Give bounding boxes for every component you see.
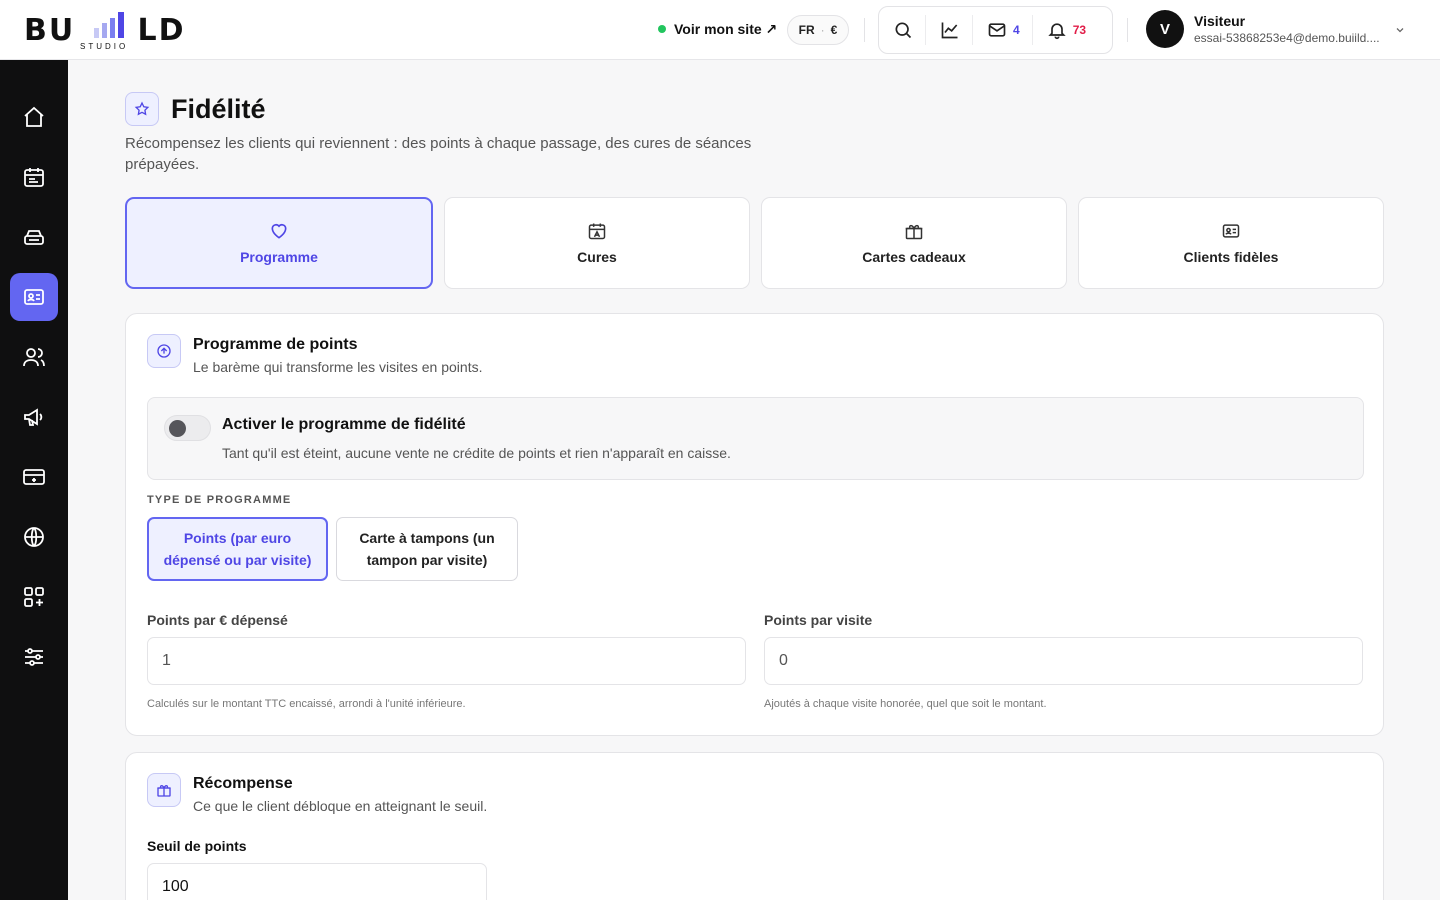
points-per-euro-help: Calculés sur le montant TTC encaissé, ar… bbox=[147, 698, 466, 710]
bell-icon bbox=[1048, 23, 1066, 40]
card-icon bbox=[147, 773, 181, 807]
notifications-button[interactable]: 73 bbox=[1031, 15, 1098, 45]
tab-label: Clients fidèles bbox=[1183, 249, 1279, 265]
gift-icon bbox=[157, 785, 171, 797]
toggle-title: Activer le programme de fidélité bbox=[222, 416, 466, 433]
page-subtitle: Récompensez les clients qui reviennent :… bbox=[125, 135, 752, 173]
view-site-link[interactable]: Voir mon site ↗ bbox=[658, 18, 777, 40]
brand-tagline: STUDIO bbox=[80, 42, 129, 51]
payment-terminal-icon bbox=[23, 469, 45, 485]
points-per-visit-label: Points par visite bbox=[764, 612, 873, 628]
language-label: FR bbox=[798, 23, 815, 37]
user-email: essai-53868253e4@demo.buiild.... bbox=[1194, 31, 1380, 45]
analytics-button[interactable] bbox=[925, 15, 972, 45]
globe-icon bbox=[24, 527, 44, 547]
card-icon bbox=[147, 334, 181, 368]
points-program-card: Programme de points Le barème qui transf… bbox=[125, 313, 1384, 736]
card-header: Récompense Ce que le client débloque en … bbox=[147, 773, 487, 814]
chart-line-icon bbox=[941, 22, 958, 39]
top-bar: BU LD STUDIO Voir mon site ↗ FR · € 4 73… bbox=[0, 0, 1440, 60]
card-title: Récompense bbox=[193, 775, 293, 792]
user-menu[interactable]: V Visiteur essai-53868253e4@demo.buiild.… bbox=[1146, 10, 1388, 48]
tab-cures[interactable]: Cures bbox=[444, 197, 750, 289]
online-status-icon bbox=[658, 25, 666, 33]
search-button[interactable] bbox=[891, 15, 925, 45]
star-icon bbox=[134, 101, 150, 116]
points-per-visit-help: Ajoutés à chaque visite honorée, quel qu… bbox=[764, 698, 1047, 710]
calendar-icon bbox=[24, 168, 44, 187]
users-icon bbox=[23, 348, 45, 367]
activate-program-box: Activer le programme de fidélité Tant qu… bbox=[147, 397, 1364, 480]
view-site-label: Voir mon site ↗ bbox=[674, 20, 778, 37]
program-type-label: TYPE DE PROGRAMME bbox=[147, 494, 292, 506]
language-separator: · bbox=[820, 23, 825, 37]
sidebar-item-home[interactable] bbox=[10, 93, 58, 141]
brand-logo[interactable]: BU LD STUDIO bbox=[24, 8, 184, 52]
activate-program-toggle[interactable] bbox=[164, 415, 211, 441]
notifications-count: 73 bbox=[1072, 23, 1087, 37]
contact-card-icon bbox=[24, 289, 44, 305]
program-type-points-option[interactable]: Points (par euro dépensé ou par visite) bbox=[147, 517, 328, 581]
sidebar-item-customers[interactable] bbox=[10, 333, 58, 381]
sidebar-item-register[interactable] bbox=[10, 213, 58, 261]
divider bbox=[1127, 18, 1128, 42]
tab-loyal-clients[interactable]: Clients fidèles bbox=[1078, 197, 1384, 289]
mail-icon bbox=[988, 23, 1006, 37]
reward-card: Récompense Ce que le client débloque en … bbox=[125, 752, 1384, 900]
page-icon bbox=[125, 92, 159, 126]
currency-label: € bbox=[830, 23, 838, 37]
card-subtitle: Ce que le client débloque en atteignant … bbox=[193, 798, 488, 814]
divider bbox=[864, 18, 865, 42]
messages-button[interactable]: 4 bbox=[972, 15, 1032, 45]
page-title: Fidélité bbox=[171, 93, 266, 124]
sidebar-item-calendar[interactable] bbox=[10, 153, 58, 201]
home-icon bbox=[24, 106, 44, 127]
gift-icon bbox=[905, 224, 923, 240]
toolbar: 4 73 bbox=[878, 6, 1113, 54]
page-header: Fidélité bbox=[125, 92, 266, 126]
arrow-up-circle-icon bbox=[157, 344, 171, 358]
logo-bars-icon bbox=[94, 12, 124, 38]
search-icon bbox=[895, 22, 912, 39]
sidebar-item-apps[interactable] bbox=[10, 573, 58, 621]
tab-label: Cures bbox=[577, 249, 617, 265]
megaphone-icon bbox=[24, 408, 43, 426]
program-type-stamps-option[interactable]: Carte à tampons (un tampon par visite) bbox=[336, 517, 518, 581]
messages-count: 4 bbox=[1013, 23, 1020, 37]
threshold-input[interactable]: 100 bbox=[147, 863, 487, 900]
heart-icon bbox=[271, 223, 287, 239]
points-per-visit-input[interactable]: 0 bbox=[764, 637, 1363, 685]
avatar: V bbox=[1146, 10, 1184, 48]
tab-label: Programme bbox=[240, 249, 318, 265]
register-icon bbox=[24, 230, 44, 245]
sidebar-item-settings[interactable] bbox=[10, 633, 58, 681]
points-per-euro-input[interactable]: 1 bbox=[147, 637, 746, 685]
sidebar bbox=[0, 60, 68, 900]
threshold-label: Seuil de points bbox=[147, 838, 247, 854]
contact-card-icon bbox=[1222, 224, 1240, 238]
card-subtitle: Le barème qui transforme les visites en … bbox=[193, 359, 483, 375]
calendar-icon bbox=[588, 223, 606, 240]
points-per-euro-label: Points par € dépensé bbox=[147, 612, 288, 628]
sidebar-item-loyalty[interactable] bbox=[10, 273, 58, 321]
sidebar-item-payments[interactable] bbox=[10, 453, 58, 501]
sidebar-item-website[interactable] bbox=[10, 513, 58, 561]
toggle-knob bbox=[169, 420, 186, 437]
sidebar-item-marketing[interactable] bbox=[10, 393, 58, 441]
section-tabs: Programme Cures Cartes cadeaux Clients f… bbox=[125, 197, 1384, 289]
tab-label: Cartes cadeaux bbox=[862, 249, 966, 265]
tab-gift-cards[interactable]: Cartes cadeaux bbox=[761, 197, 1067, 289]
user-name: Visiteur bbox=[1194, 13, 1246, 29]
card-header: Programme de points Le barème qui transf… bbox=[147, 334, 482, 375]
toggle-description: Tant qu'il est éteint, aucune vente ne c… bbox=[222, 445, 731, 461]
sliders-icon bbox=[25, 648, 43, 666]
tab-programme[interactable]: Programme bbox=[125, 197, 433, 289]
language-currency-selector[interactable]: FR · € bbox=[787, 15, 849, 45]
card-title: Programme de points bbox=[193, 336, 358, 353]
chevron-down-icon[interactable] bbox=[1394, 24, 1406, 36]
apps-icon bbox=[24, 587, 44, 607]
